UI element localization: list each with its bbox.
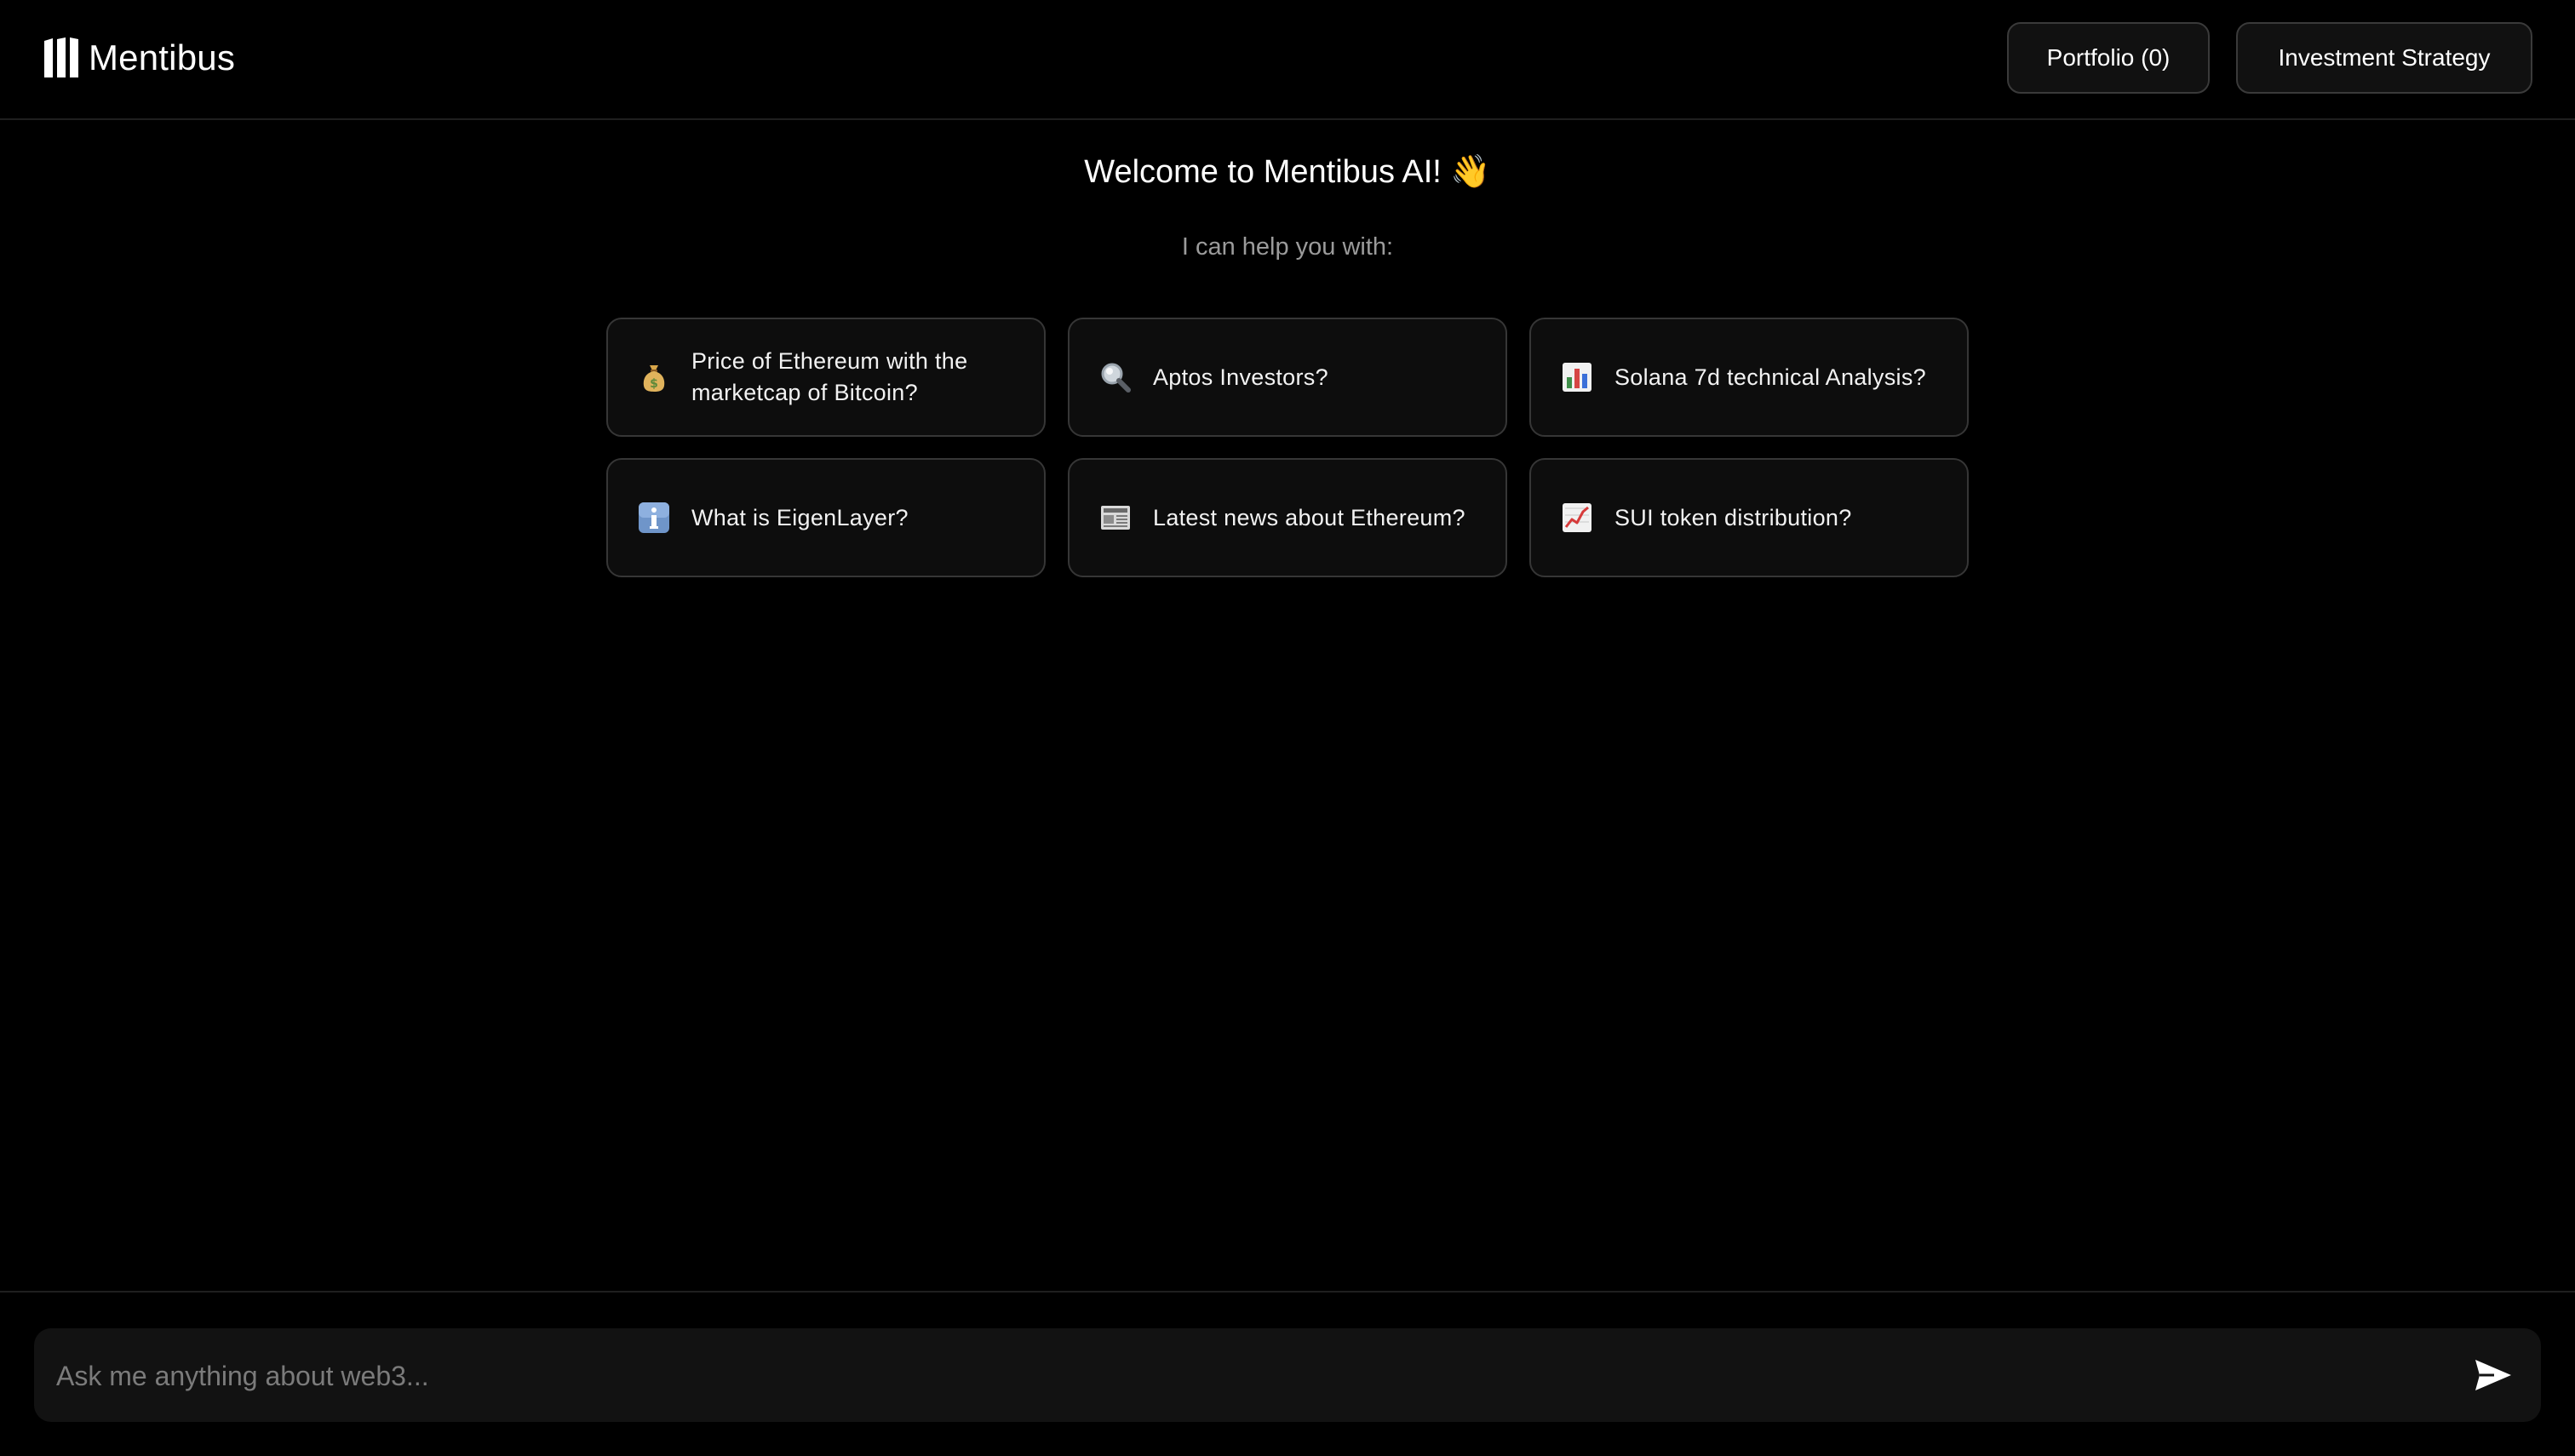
suggestion-card-ethereum-news[interactable]: Latest news about Ethereum?: [1068, 458, 1507, 577]
suggestion-label: What is EigenLayer?: [691, 504, 909, 530]
chat-input-bar: [0, 1291, 2575, 1456]
mentibus-logo-icon: [44, 37, 78, 77]
portfolio-button[interactable]: Portfolio (0): [2007, 22, 2210, 94]
investment-strategy-button[interactable]: Investment Strategy: [2236, 22, 2532, 94]
send-button[interactable]: [2473, 1355, 2514, 1396]
welcome-title: Welcome to Mentibus AI! 👋: [1084, 154, 1491, 190]
chat-input-container: [34, 1328, 2541, 1424]
chat-input[interactable]: [54, 1328, 2425, 1424]
bar-chart-icon: [1558, 358, 1596, 396]
app-window: Mentibus Portfolio (0) Investment Strate…: [0, 0, 2575, 1456]
suggestion-label: Solana 7d technical Analysis?: [1614, 364, 1926, 390]
suggestion-label: SUI token distribution?: [1614, 504, 1852, 530]
brand-logo[interactable]: Mentibus: [43, 34, 235, 82]
suggestion-card-eigenlayer[interactable]: What is EigenLayer?: [606, 458, 1046, 577]
brand-name: Mentibus: [89, 37, 236, 77]
suggestion-card-aptos-investors[interactable]: Aptos Investors?: [1068, 318, 1507, 437]
chart-increasing-icon: [1558, 499, 1596, 536]
suggestion-card-sui-distribution[interactable]: SUI token distribution?: [1529, 458, 1969, 577]
information-icon: [635, 499, 673, 536]
send-icon: [2475, 1360, 2511, 1390]
newspaper-icon: [1097, 499, 1134, 536]
money-bag-icon: $: [635, 358, 673, 396]
suggestion-card-solana-analysis[interactable]: Solana 7d technical Analysis?: [1529, 318, 1969, 437]
suggestion-label: Latest news about Ethereum?: [1153, 504, 1465, 530]
svg-text:$: $: [650, 377, 658, 391]
welcome-subtitle: I can help you with:: [1181, 233, 1394, 261]
suggestion-grid: $ Price of Ethereum with the marketcap o…: [606, 318, 1969, 577]
suggestion-label: Price of Ethereum with the marketcap of …: [691, 348, 968, 405]
top-header: Mentibus Portfolio (0) Investment Strate…: [0, 0, 2575, 120]
magnifying-glass-icon: [1097, 358, 1134, 396]
suggestion-label: Aptos Investors?: [1153, 364, 1328, 390]
suggestion-card-eth-price[interactable]: $ Price of Ethereum with the marketcap o…: [606, 318, 1046, 437]
